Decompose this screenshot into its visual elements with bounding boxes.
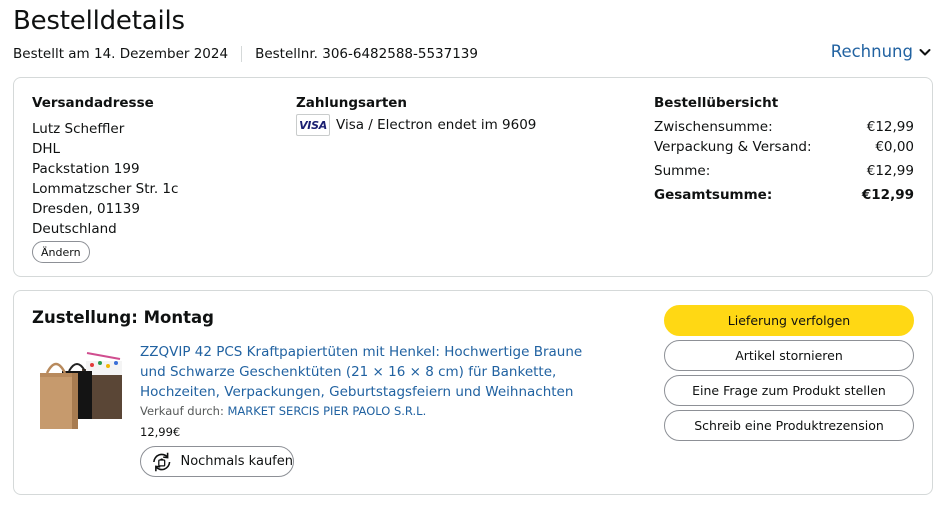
change-address-button[interactable]: Ändern (32, 241, 90, 263)
card-type: Visa / Electron (336, 117, 433, 133)
card-ending: endet im 9609 (437, 117, 537, 133)
page-title: Bestelldetails (13, 6, 185, 36)
delivery-title: Zustellung: Montag (32, 308, 214, 327)
summary-title: Bestellübersicht (654, 95, 779, 111)
order-number: Bestellnr. 306-6482588-5537139 (255, 46, 478, 62)
sold-by-label: Verkauf durch: (140, 404, 224, 418)
shipping-title: Versandadresse (32, 95, 154, 111)
payment-method: VISA Visa / Electron endet im 9609 (296, 114, 536, 136)
cancel-item-button[interactable]: Artikel stornieren (664, 340, 914, 371)
order-date: Bestellt am 14. Dezember 2024 (13, 46, 229, 62)
order-meta: Bestellt am 14. Dezember 2024 Bestellnr.… (13, 46, 478, 62)
ask-question-button[interactable]: Eine Frage zum Produkt stellen (664, 375, 914, 406)
divider (241, 46, 243, 62)
summary-row-sum: Summe: €12,99 (654, 163, 914, 179)
delivery-card: Zustellung: Montag ZZQVIP 42 PCS Kraftpa… (13, 290, 933, 495)
product-title-link[interactable]: ZZQVIP 42 PCS Kraftpapiertüten mit Henke… (140, 342, 610, 402)
product-image[interactable] (32, 339, 124, 431)
item-price: 12,99€ (140, 425, 181, 439)
buy-again-label: Nochmals kaufen (180, 454, 293, 469)
shipping-address: Lutz Scheffler DHL Packstation 199 Lomma… (32, 119, 178, 239)
invoice-dropdown[interactable]: Rechnung (831, 42, 932, 61)
invoice-label: Rechnung (830, 42, 913, 61)
address-line: Dresden, 01139 (32, 201, 140, 217)
track-delivery-button[interactable]: Lieferung verfolgen (664, 305, 914, 336)
chevron-down-icon (919, 48, 931, 55)
write-review-button[interactable]: Schreib eine Produktrezension (664, 410, 914, 441)
address-line: Packstation 199 (32, 161, 140, 177)
visa-card-logo: VISA (296, 114, 330, 136)
summary-row-shipping: Verpackung & Versand: €0,00 (654, 139, 914, 155)
buy-again-button[interactable]: Nochmals kaufen (140, 446, 294, 477)
summary-row-total: Gesamtsumme: €12,99 (654, 187, 914, 203)
address-line: Deutschland (32, 221, 117, 237)
summary-row-subtotal: Zwischensumme: €12,99 (654, 119, 914, 135)
address-line: Lommatzscher Str. 1c (32, 181, 179, 197)
seller-link[interactable]: MARKET SERCIS PIER PAOLO S.R.L. (227, 404, 426, 418)
address-line: DHL (32, 141, 61, 157)
order-info-card: Versandadresse Lutz Scheffler DHL Packst… (13, 77, 933, 277)
buy-again-icon (153, 452, 171, 471)
sold-by: Verkauf durch: MARKET SERCIS PIER PAOLO … (140, 404, 426, 418)
payment-title: Zahlungsarten (296, 95, 408, 111)
address-line: Lutz Scheffler (32, 121, 125, 137)
